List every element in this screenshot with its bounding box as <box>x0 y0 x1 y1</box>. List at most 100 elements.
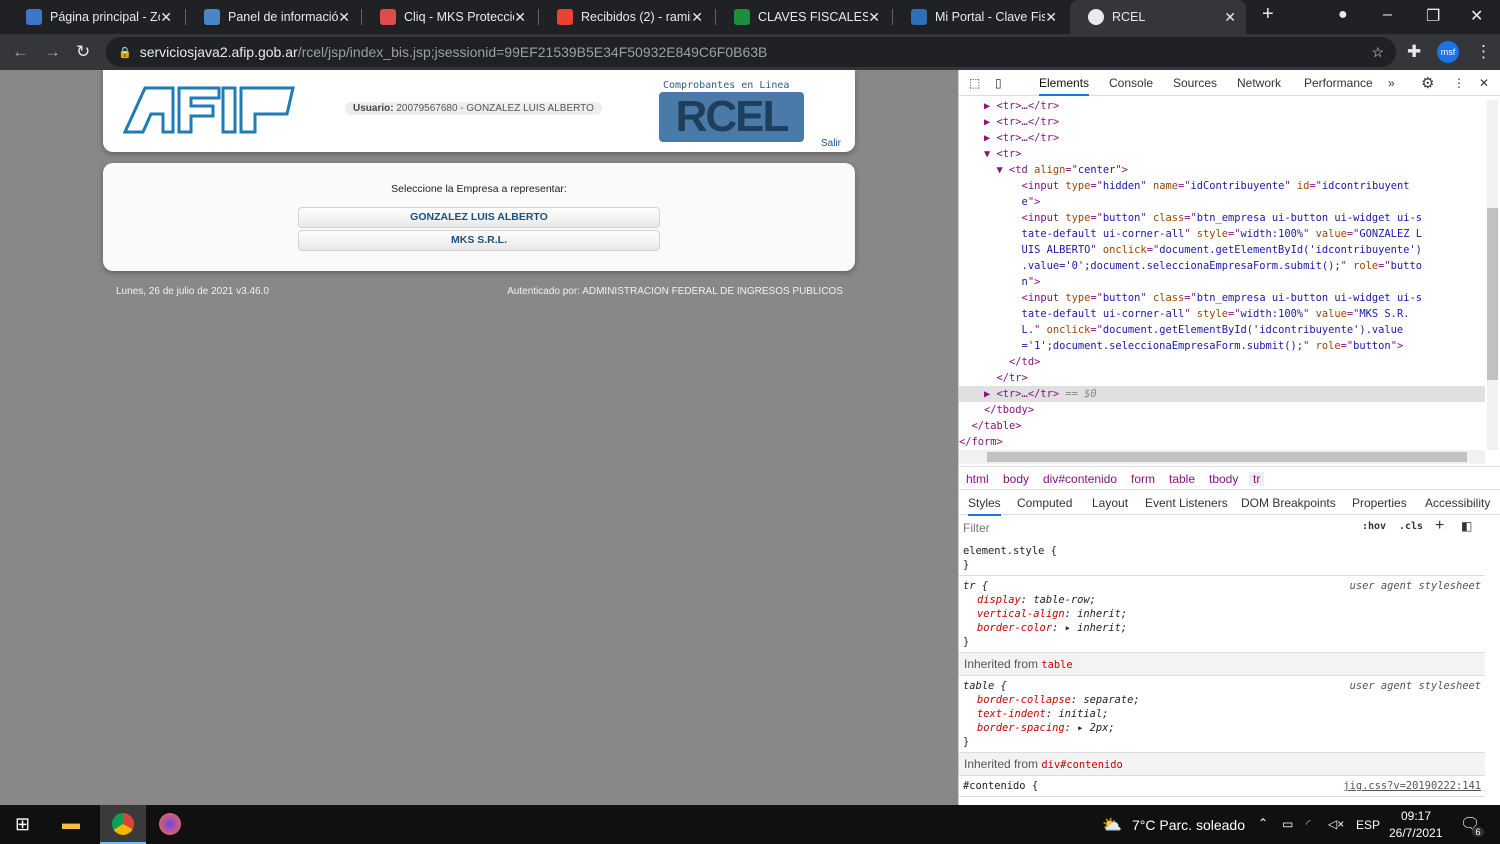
dom-node-line[interactable]: <input type="button" class="btn_empresa … <box>959 290 1485 306</box>
dom-node-line[interactable]: </tbody> <box>959 402 1485 418</box>
new-tab-button[interactable]: + <box>1262 3 1274 26</box>
css-property[interactable]: border-spacing: ▸ 2px; <box>963 721 1481 735</box>
close-devtools-icon[interactable]: ✕ <box>1479 76 1489 90</box>
styles-tab-properties[interactable]: Properties <box>1352 496 1407 510</box>
tab-recibidos[interactable]: Recibidos (2) - ramiro ✕ <box>539 0 713 34</box>
cls-toggle[interactable]: .cls <box>1399 521 1423 532</box>
close-tab-icon[interactable]: ✕ <box>514 9 526 26</box>
tab-cliq[interactable]: Cliq - MKS Proteccion ✕ <box>362 0 536 34</box>
windows-start-icon[interactable]: ⊞ <box>15 814 30 835</box>
styles-tab-event-listeners[interactable]: Event Listeners <box>1145 496 1228 510</box>
css-property[interactable]: display: table-row; <box>963 593 1481 607</box>
wifi-icon[interactable]: ◜ <box>1306 817 1311 831</box>
bookmark-star-icon[interactable]: ☆ <box>1371 44 1384 61</box>
menu-icon[interactable]: ⋮ <box>1475 42 1492 62</box>
dom-node-line[interactable]: L." onclick="document.getElementById('id… <box>959 322 1485 338</box>
logout-link[interactable]: Salir <box>821 138 841 149</box>
dom-node-line[interactable]: tate-default ui-corner-all" style="width… <box>959 306 1485 322</box>
extensions-icon[interactable]: ✚ <box>1407 42 1421 62</box>
close-tab-icon[interactable]: ✕ <box>1224 9 1236 26</box>
weather-text[interactable]: 7°C Parc. soleado <box>1132 817 1245 833</box>
company-button-mks[interactable]: MKS S.R.L. <box>298 230 660 251</box>
language-indicator[interactable]: ESP <box>1356 818 1380 832</box>
minimize-button[interactable]: – <box>1383 6 1392 24</box>
dom-node-line[interactable]: ▼ <tr> <box>959 146 1485 162</box>
devtools-tab-more[interactable]: » <box>1388 76 1395 90</box>
reload-icon[interactable]: ↻ <box>76 42 90 62</box>
volume-muted-icon[interactable]: ◁× <box>1328 817 1344 831</box>
tab-panel[interactable]: Panel de información ✕ <box>186 0 360 34</box>
devtools-tab-network[interactable]: Network <box>1237 76 1281 90</box>
inherited-ref[interactable]: div#contenido <box>1041 759 1122 771</box>
dom-node-line[interactable]: ▼ <td align="center"> <box>959 162 1485 178</box>
back-icon[interactable]: ← <box>12 42 29 62</box>
battery-icon[interactable]: ▭ <box>1282 817 1293 831</box>
dom-node-line[interactable]: n"> <box>959 274 1485 290</box>
clock-time[interactable]: 09:17 <box>1401 809 1431 823</box>
styles-tab-layout[interactable]: Layout <box>1092 496 1128 510</box>
styles-tab-dom-breakpoints[interactable]: DOM Breakpoints <box>1241 496 1336 510</box>
devtools-tab-console[interactable]: Console <box>1109 76 1153 90</box>
dom-node-line[interactable]: e"> <box>959 194 1485 210</box>
dom-node-line[interactable]: tate-default ui-corner-all" style="width… <box>959 226 1485 242</box>
vertical-scrollbar[interactable] <box>1487 100 1498 450</box>
more-icon[interactable]: ⋮ <box>1453 76 1465 90</box>
clock-date[interactable]: 26/7/2021 <box>1389 826 1442 840</box>
dom-node-line[interactable]: ▶ <tr>…</tr> == $0 <box>959 386 1485 402</box>
company-button-gonzalez[interactable]: GONZALEZ LUIS ALBERTO <box>298 207 660 228</box>
tab-mi[interactable]: Mi Portal - Clave Fiscal✕ <box>893 0 1067 34</box>
styles-filter-input[interactable] <box>963 518 1349 538</box>
horizontal-scrollbar[interactable] <box>959 450 1485 464</box>
rule-source-link[interactable]: jig.css?v=20190222:141 <box>1343 779 1481 793</box>
inspect-icon[interactable]: ⬚ <box>969 76 980 90</box>
dom-node-line[interactable]: UIS ALBERTO" onclick="document.getElemen… <box>959 242 1485 258</box>
breadcrumb-item[interactable]: html <box>966 472 989 486</box>
devtools-tab-sources[interactable]: Sources <box>1173 76 1217 90</box>
url-input[interactable]: 🔒 serviciosjava2.afip.gob.ar/rcel/jsp/in… <box>106 37 1396 67</box>
inherited-ref[interactable]: table <box>1041 659 1072 671</box>
breadcrumb-item[interactable]: tr <box>1249 472 1265 486</box>
styles-tab-computed[interactable]: Computed <box>1017 496 1072 510</box>
new-rule-icon[interactable]: + <box>1435 517 1444 535</box>
avatar[interactable]: msf <box>1437 41 1459 63</box>
firefox-icon[interactable] <box>159 813 181 835</box>
forward-icon[interactable]: → <box>44 42 61 62</box>
sidebar-toggle-icon[interactable]: ◧ <box>1461 519 1472 533</box>
close-tab-icon[interactable]: ✕ <box>338 9 350 26</box>
chrome-taskbar-button[interactable] <box>100 805 146 844</box>
media-icon[interactable]: ● <box>1338 6 1348 24</box>
devtools-tab-elements[interactable]: Elements <box>1039 76 1090 96</box>
dom-node-line[interactable]: </td> <box>959 354 1485 370</box>
tab-claves[interactable]: CLAVES FISCALES - CE✕ <box>716 0 890 34</box>
dom-node-line[interactable]: </form> <box>959 434 1485 450</box>
breadcrumb-item[interactable]: div#contenido <box>1043 472 1117 486</box>
rule-selector[interactable]: element.style { <box>963 544 1481 558</box>
settings-icon[interactable]: ⚙ <box>1421 74 1434 92</box>
dom-node-line[interactable]: ▶ <tr>…</tr> <box>959 98 1485 114</box>
close-tab-icon[interactable]: ✕ <box>868 9 880 26</box>
close-tab-icon[interactable]: ✕ <box>691 9 703 26</box>
tab-rcel[interactable]: RCEL ✕ <box>1070 0 1246 34</box>
maximize-button[interactable]: ❐ <box>1426 6 1440 26</box>
styles-tab-styles[interactable]: Styles <box>968 496 1001 516</box>
dom-node-line[interactable]: .value='0';document.seleccionaEmpresaFor… <box>959 258 1485 274</box>
device-toggle-icon[interactable]: ▯ <box>995 76 1002 90</box>
dom-node-line[interactable]: </table> <box>959 418 1485 434</box>
breadcrumb-item[interactable]: form <box>1131 472 1155 486</box>
dom-node-line[interactable]: <input type="hidden" name="idContribuyen… <box>959 178 1485 194</box>
close-window-button[interactable]: ✕ <box>1470 6 1483 26</box>
dom-node-line[interactable]: ='1';document.seleccionaEmpresaForm.subm… <box>959 338 1485 354</box>
close-tab-icon[interactable]: ✕ <box>160 9 172 26</box>
close-tab-icon[interactable]: ✕ <box>1045 9 1057 26</box>
dom-node-line[interactable]: </tr> <box>959 370 1485 386</box>
css-property[interactable]: vertical-align: inherit; <box>963 607 1481 621</box>
styles-tab-accessibility[interactable]: Accessibility <box>1425 496 1490 510</box>
dom-node-line[interactable]: ▶ <tr>…</tr> <box>959 114 1485 130</box>
tab-página[interactable]: Página principal - Zoho✕ <box>8 0 182 34</box>
devtools-tab-performance[interactable]: Performance <box>1304 76 1373 90</box>
css-property[interactable]: border-collapse: separate; <box>963 693 1481 707</box>
breadcrumb-item[interactable]: tbody <box>1209 472 1238 486</box>
hov-toggle[interactable]: :hov <box>1362 521 1386 532</box>
css-property[interactable]: text-indent: initial; <box>963 707 1481 721</box>
file-explorer-icon[interactable]: ▬ <box>62 813 80 834</box>
